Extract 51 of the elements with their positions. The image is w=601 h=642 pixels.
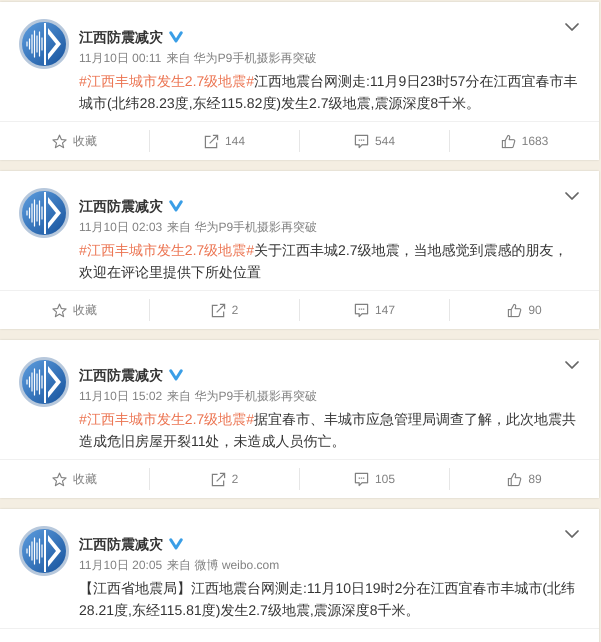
author-name[interactable]: 江西防震减灾 [79, 196, 163, 216]
repost-button[interactable]: 2 [210, 472, 238, 486]
sound-wave-avatar-icon[interactable] [19, 357, 69, 407]
post-source[interactable]: 来自 华为P9手机摄影再突破 [167, 387, 318, 405]
author-name[interactable]: 江西防震减灾 [79, 534, 163, 554]
comment-button[interactable]: 544 [354, 134, 396, 148]
post-source[interactable]: 来自 华为P9手机摄影再突破 [166, 49, 316, 67]
comment-icon [354, 134, 369, 148]
post-time[interactable]: 11月10日 15:02 [79, 387, 162, 405]
chevron-down-icon[interactable] [565, 23, 579, 31]
post-source[interactable]: 来自 微博 weibo.com [167, 556, 280, 574]
post-source[interactable]: 来自 华为P9手机摄影再突破 [167, 218, 318, 236]
star-icon [52, 472, 67, 486]
post-time[interactable]: 11月10日 02:03 [79, 218, 162, 236]
thumbs-up-icon [500, 134, 516, 148]
topic-link[interactable]: #江西丰城市发生2.7级地震# [79, 73, 254, 89]
sound-wave-avatar-icon[interactable] [19, 188, 69, 238]
sound-wave-avatar-icon[interactable] [19, 526, 69, 576]
thumbs-up-icon [507, 302, 522, 318]
chevron-down-icon[interactable] [565, 192, 579, 200]
chevron-down-icon[interactable] [565, 530, 579, 538]
like-button[interactable]: 1683 [500, 134, 548, 148]
favorite-button[interactable]: 收藏 [52, 132, 97, 150]
post-text: #江西丰城市发生2.7级地震#据宜春市、丰城市应急管理局调查了解，此次地震共造成危旧房屋开裂11处，未造成人员伤亡。 [79, 410, 578, 451]
sound-wave-avatar-icon[interactable] [19, 19, 69, 69]
comment-icon [354, 472, 369, 486]
comment-icon [354, 302, 369, 318]
repost-button[interactable]: 2 [210, 302, 238, 318]
comment-button[interactable]: 147 [354, 302, 396, 318]
chevron-down-icon[interactable] [565, 361, 579, 369]
post-text: 【江西省地震局】江西地震台网测走:11月10日19时2分在江西宜春市丰城市(北纬28.21度,东经115.81度)发生2.7级地震,震源深度8千米。 [79, 579, 576, 620]
post-text: #江西丰城市发生2.7级地震#江西地震台网测走:11月9日23时57分在江西宜春市丰城市(北纬28.23度,东经115.82度)发生2.7级地震,震源深度8千米。 [79, 72, 578, 113]
favorite-button[interactable]: 收藏 [52, 470, 97, 488]
share-icon [210, 302, 226, 318]
author-name[interactable]: 江西防震减灾 [79, 365, 163, 385]
topic-link[interactable]: #江西丰城市发生2.7级地震# [79, 411, 254, 427]
favorite-button[interactable]: 收藏 [52, 302, 97, 318]
post-time[interactable]: 11月10日 20:05 [79, 556, 162, 574]
share-icon [210, 472, 226, 486]
thumbs-up-icon [507, 472, 522, 486]
share-icon [204, 134, 219, 148]
like-button[interactable]: 89 [507, 472, 542, 486]
author-name[interactable]: 江西防震减灾 [79, 27, 163, 47]
post-time[interactable]: 11月10日 00:11 [79, 49, 162, 67]
like-button[interactable]: 90 [507, 302, 542, 318]
star-icon [52, 302, 67, 318]
star-icon [52, 134, 67, 148]
comment-button[interactable]: 105 [354, 472, 396, 486]
topic-link[interactable]: #江西丰城市发生2.7级地震# [79, 242, 254, 258]
repost-button[interactable]: 144 [204, 134, 246, 148]
post-text: #江西丰城市发生2.7级地震#关于江西丰城2.7级地震，当地感觉到震感的朋友，欢迎在评论里提供下所处位置 [79, 241, 569, 282]
